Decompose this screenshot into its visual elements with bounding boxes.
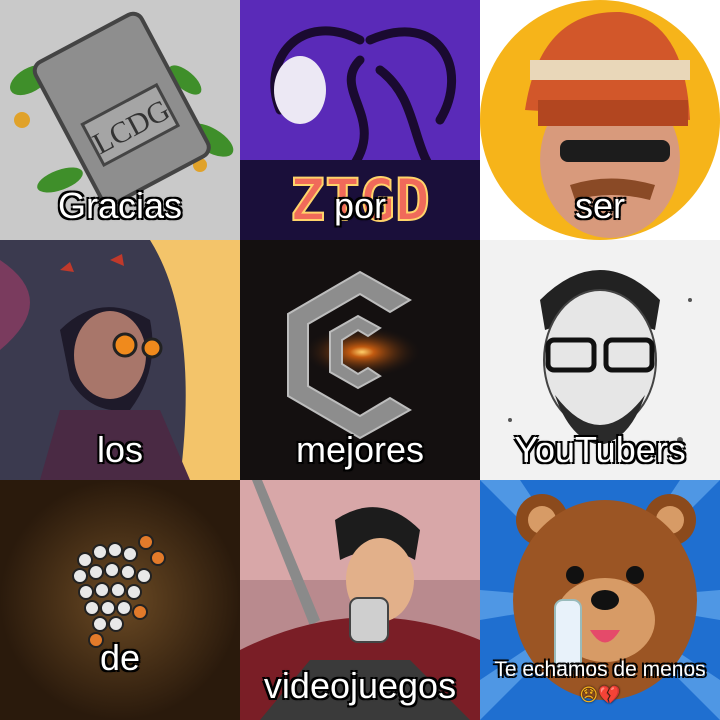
tile-por: ZTGD por — [240, 0, 480, 240]
avatar-grid: LCDG Gracias ZTGD por ser los mejores Yo… — [0, 0, 720, 720]
caption-de: de — [99, 637, 141, 678]
caption-youtubers: YouTubers — [514, 429, 686, 470]
tile-ser: ser — [480, 0, 720, 240]
caption-mejores: mejores — [295, 429, 425, 470]
caption-ser: ser — [574, 185, 625, 226]
caption-por: por — [333, 185, 387, 226]
tile-de: de — [0, 480, 240, 720]
bead-pixel-art-avatar — [0, 480, 240, 720]
tile-te-echamos: Te echamos de menos 😞💔 — [480, 480, 720, 720]
tile-gracias: LCDG Gracias — [0, 0, 240, 240]
bear-mascot-avatar — [480, 480, 720, 720]
caption-te-echamos: Te echamos de menos — [494, 658, 706, 681]
tile-videojuegos: videojuegos — [240, 480, 480, 720]
tile-los: los — [0, 240, 240, 480]
caption-gracias: Gracias — [57, 185, 183, 226]
caption-videojuegos: videojuegos — [263, 665, 457, 706]
sad-broken-heart-emoji: 😞💔 — [579, 685, 621, 706]
tile-mejores: mejores — [240, 240, 480, 480]
tile-youtubers: YouTubers — [480, 240, 720, 480]
caption-los: los — [96, 429, 144, 470]
